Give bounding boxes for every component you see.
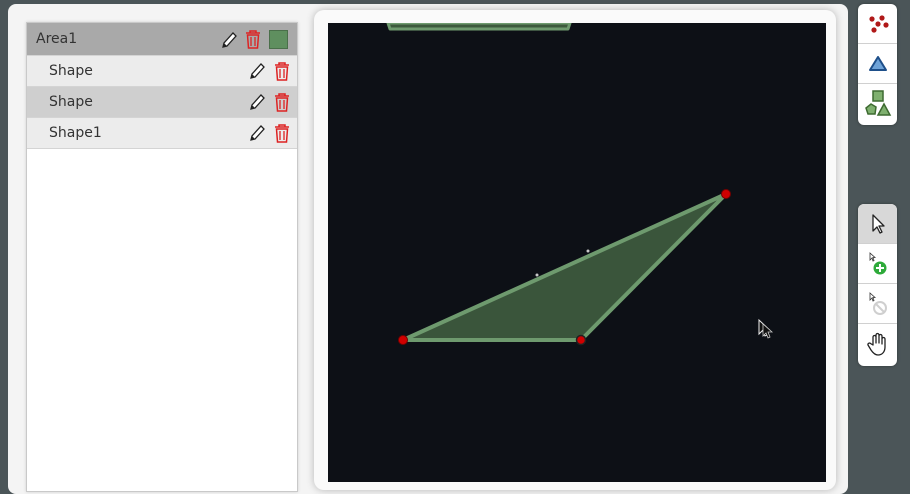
offscreen-shape-edge[interactable] — [386, 23, 572, 31]
triangle-tool-button[interactable] — [858, 44, 897, 84]
vertex-point[interactable] — [575, 334, 587, 346]
pan-tool-button[interactable] — [858, 324, 897, 364]
canvas-drawing — [386, 23, 774, 346]
edit-pencil-icon[interactable] — [247, 122, 267, 144]
points-tool-button[interactable] — [858, 4, 897, 44]
remove-point-tool-button[interactable] — [858, 284, 897, 324]
triangle-shape[interactable] — [401, 192, 728, 342]
delete-trash-icon[interactable] — [243, 28, 263, 50]
shape-name-label: Shape1 — [49, 125, 102, 141]
vertex-point[interactable] — [721, 189, 731, 199]
mode-toolbar — [858, 204, 897, 366]
layer-list-panel: Area1 Shape Shape Shape1 — [26, 22, 298, 492]
edge-midpoint-marker[interactable] — [586, 249, 590, 253]
vertex-point[interactable] — [398, 335, 408, 345]
add-point-tool-button[interactable] — [858, 244, 897, 284]
points-icon — [868, 14, 889, 33]
shapes-icon — [864, 90, 891, 116]
edge-midpoint-marker[interactable] — [535, 273, 539, 277]
add-point-icon — [869, 251, 886, 274]
pointer-icon — [871, 213, 885, 234]
pointer-tool-button[interactable] — [858, 204, 897, 244]
layer-row-shape[interactable]: Shape — [27, 87, 297, 118]
edit-pencil-icon[interactable] — [219, 29, 239, 51]
shape-toolbar — [858, 4, 897, 125]
delete-trash-icon[interactable] — [272, 122, 292, 144]
triangle-icon — [868, 55, 887, 71]
delete-trash-icon[interactable] — [272, 60, 292, 82]
shapes-tool-button[interactable] — [858, 84, 897, 124]
layer-row-shape[interactable]: Shape1 — [27, 118, 297, 149]
shape-name-label: Shape — [49, 63, 93, 79]
pan-hand-icon — [866, 332, 886, 356]
edit-pencil-icon[interactable] — [247, 60, 267, 82]
area-name-label: Area1 — [36, 31, 78, 47]
remove-point-icon — [869, 291, 887, 315]
layer-row-shape[interactable]: Shape — [27, 56, 297, 87]
shape-name-label: Shape — [49, 94, 93, 110]
area-color-swatch[interactable] — [269, 30, 288, 49]
edit-pencil-icon[interactable] — [247, 91, 267, 113]
drawing-canvas[interactable] — [328, 23, 826, 482]
layer-row-area[interactable]: Area1 — [27, 23, 297, 56]
mouse-cursor-icon — [758, 318, 774, 339]
delete-trash-icon[interactable] — [272, 91, 292, 113]
